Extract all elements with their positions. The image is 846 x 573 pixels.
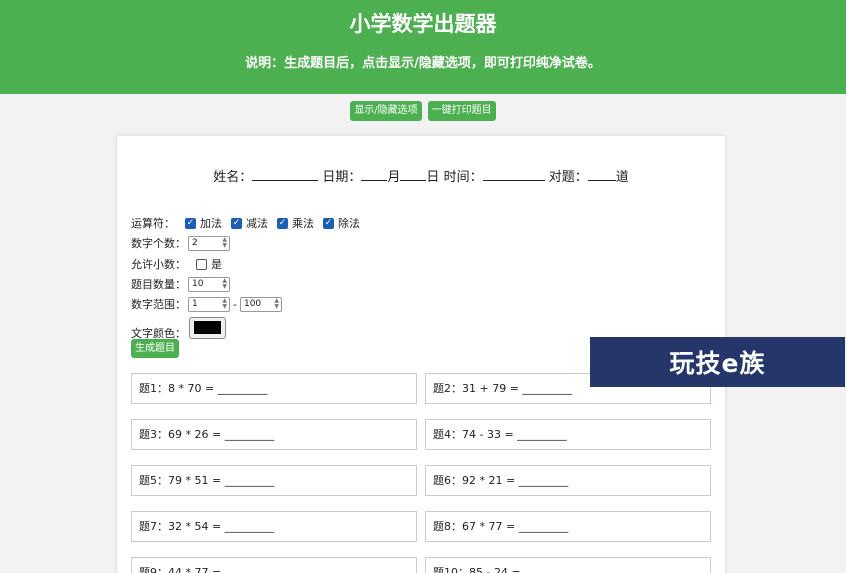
student-info-line: 姓名： 日期： 月 日 时间： 对题： 道	[117, 166, 725, 185]
correct-blank	[587, 169, 616, 181]
day-blank	[400, 169, 427, 181]
question-item: 题6：92 * 21 = _________	[425, 465, 711, 496]
decimal-row: 允许小数： 是	[131, 256, 231, 272]
checkbox-subtraction[interactable]: ✓	[231, 217, 242, 229]
month-label: 月	[387, 170, 401, 185]
time-label: 时间：	[443, 170, 483, 185]
question-item: 题9：44 * 77 = _________	[131, 557, 417, 573]
multiplication-label: 乘法	[292, 217, 314, 230]
num-count-value: 2	[192, 238, 198, 248]
operators-row: 运算符： ✓ 加法 ✓ 减法 ✓ 乘法 ✓ 除法	[131, 215, 369, 231]
checkbox-decimal[interactable]	[196, 258, 207, 270]
spinner-icon[interactable]: ▲ ▼	[222, 298, 229, 310]
question-item: 题8：67 * 77 = _________	[425, 511, 711, 542]
subtraction-label: 减法	[246, 217, 268, 230]
toggle-options-button[interactable]: 显示/隐藏选项	[350, 101, 422, 121]
spinner-icon[interactable]: ▲ ▼	[222, 237, 229, 249]
name-label: 姓名：	[213, 170, 253, 185]
question-item: 题7：32 * 54 = _________	[131, 511, 417, 542]
decimal-option-label: 是	[211, 258, 222, 271]
app-title: 小学数学出题器	[349, 12, 497, 36]
watermark-logo: 玩技e族	[590, 337, 845, 387]
month-blank	[361, 169, 388, 181]
num-count-label: 数字个数：	[131, 237, 186, 250]
range-row: 数字范围： 1 ▲ ▼ - 100 ▲ ▼	[131, 296, 282, 312]
question-item: 题5：79 * 51 = _________	[131, 465, 417, 496]
checkbox-division[interactable]: ✓	[323, 217, 334, 229]
app-header: 小学数学出题器 说明：生成题目后，点击显示/隐藏选项，即可打印纯净试卷。	[0, 0, 846, 94]
num-count-row: 数字个数： 2 ▲ ▼	[131, 235, 230, 251]
print-button[interactable]: 一键打印题目	[427, 101, 496, 121]
num-count-input[interactable]: 2 ▲ ▼	[188, 235, 230, 251]
date-label: 日期：	[322, 170, 362, 185]
range-label: 数字范围：	[131, 298, 186, 311]
question-count-label: 题目数量：	[131, 278, 186, 291]
operators-label: 运算符：	[131, 217, 175, 230]
question-item: 题10：85 - 24 = _________	[425, 557, 711, 573]
day-label: 日	[426, 170, 440, 185]
question-count-value: 10	[192, 279, 204, 289]
spinner-icon[interactable]: ▲ ▼	[222, 278, 229, 290]
count-unit: 道	[615, 170, 629, 185]
color-row: 文字颜色：	[131, 314, 226, 341]
question-count-row: 题目数量： 10 ▲ ▼	[131, 276, 230, 292]
time-blank	[482, 169, 545, 181]
watermark-text: 玩技e族	[669, 349, 766, 378]
question-item: 题3：69 * 26 = _________	[131, 419, 417, 450]
toolbar: 显示/隐藏选项 一键打印题目	[0, 101, 846, 121]
instruction-text: 说明：生成题目后，点击显示/隐藏选项，即可打印纯净试卷。	[245, 56, 601, 71]
correct-label: 对题：	[548, 170, 588, 185]
range-min-value: 1	[192, 299, 198, 309]
name-blank	[252, 169, 319, 181]
range-separator: -	[233, 297, 237, 311]
question-item: 题4：74 - 33 = _________	[425, 419, 711, 450]
color-swatch	[194, 321, 221, 334]
checkbox-addition[interactable]: ✓	[185, 217, 196, 229]
question-item: 题1：8 * 70 = _________	[131, 373, 417, 404]
generate-button[interactable]: 生成题目	[131, 339, 179, 358]
question-count-input[interactable]: 10 ▲ ▼	[188, 276, 230, 292]
checkbox-multiplication[interactable]: ✓	[277, 217, 288, 229]
division-label: 除法	[338, 217, 360, 230]
range-max-input[interactable]: 100 ▲ ▼	[239, 296, 282, 312]
spinner-icon[interactable]: ▲ ▼	[274, 298, 281, 310]
range-max-value: 100	[243, 299, 262, 309]
decimal-label: 允许小数：	[131, 258, 186, 271]
addition-label: 加法	[200, 217, 222, 230]
color-picker[interactable]	[189, 316, 226, 339]
range-min-input[interactable]: 1 ▲ ▼	[188, 296, 230, 312]
